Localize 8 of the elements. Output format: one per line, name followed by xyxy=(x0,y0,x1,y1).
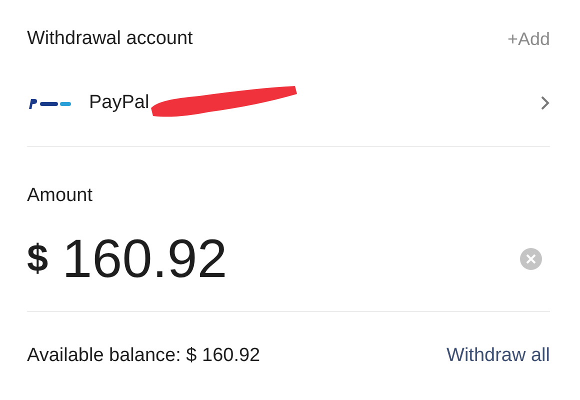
amount-value: 160.92 xyxy=(62,232,228,286)
section-title: Amount xyxy=(27,185,94,208)
paypal-logo-icon xyxy=(27,96,73,110)
balance-text: Available balance: $ 160.92 xyxy=(27,344,260,368)
withdraw-all-link[interactable]: Withdraw all xyxy=(446,342,550,370)
section-title: Withdrawal account xyxy=(27,28,193,51)
account-name: PayPal xyxy=(89,92,150,115)
currency-symbol: $ xyxy=(27,236,48,282)
